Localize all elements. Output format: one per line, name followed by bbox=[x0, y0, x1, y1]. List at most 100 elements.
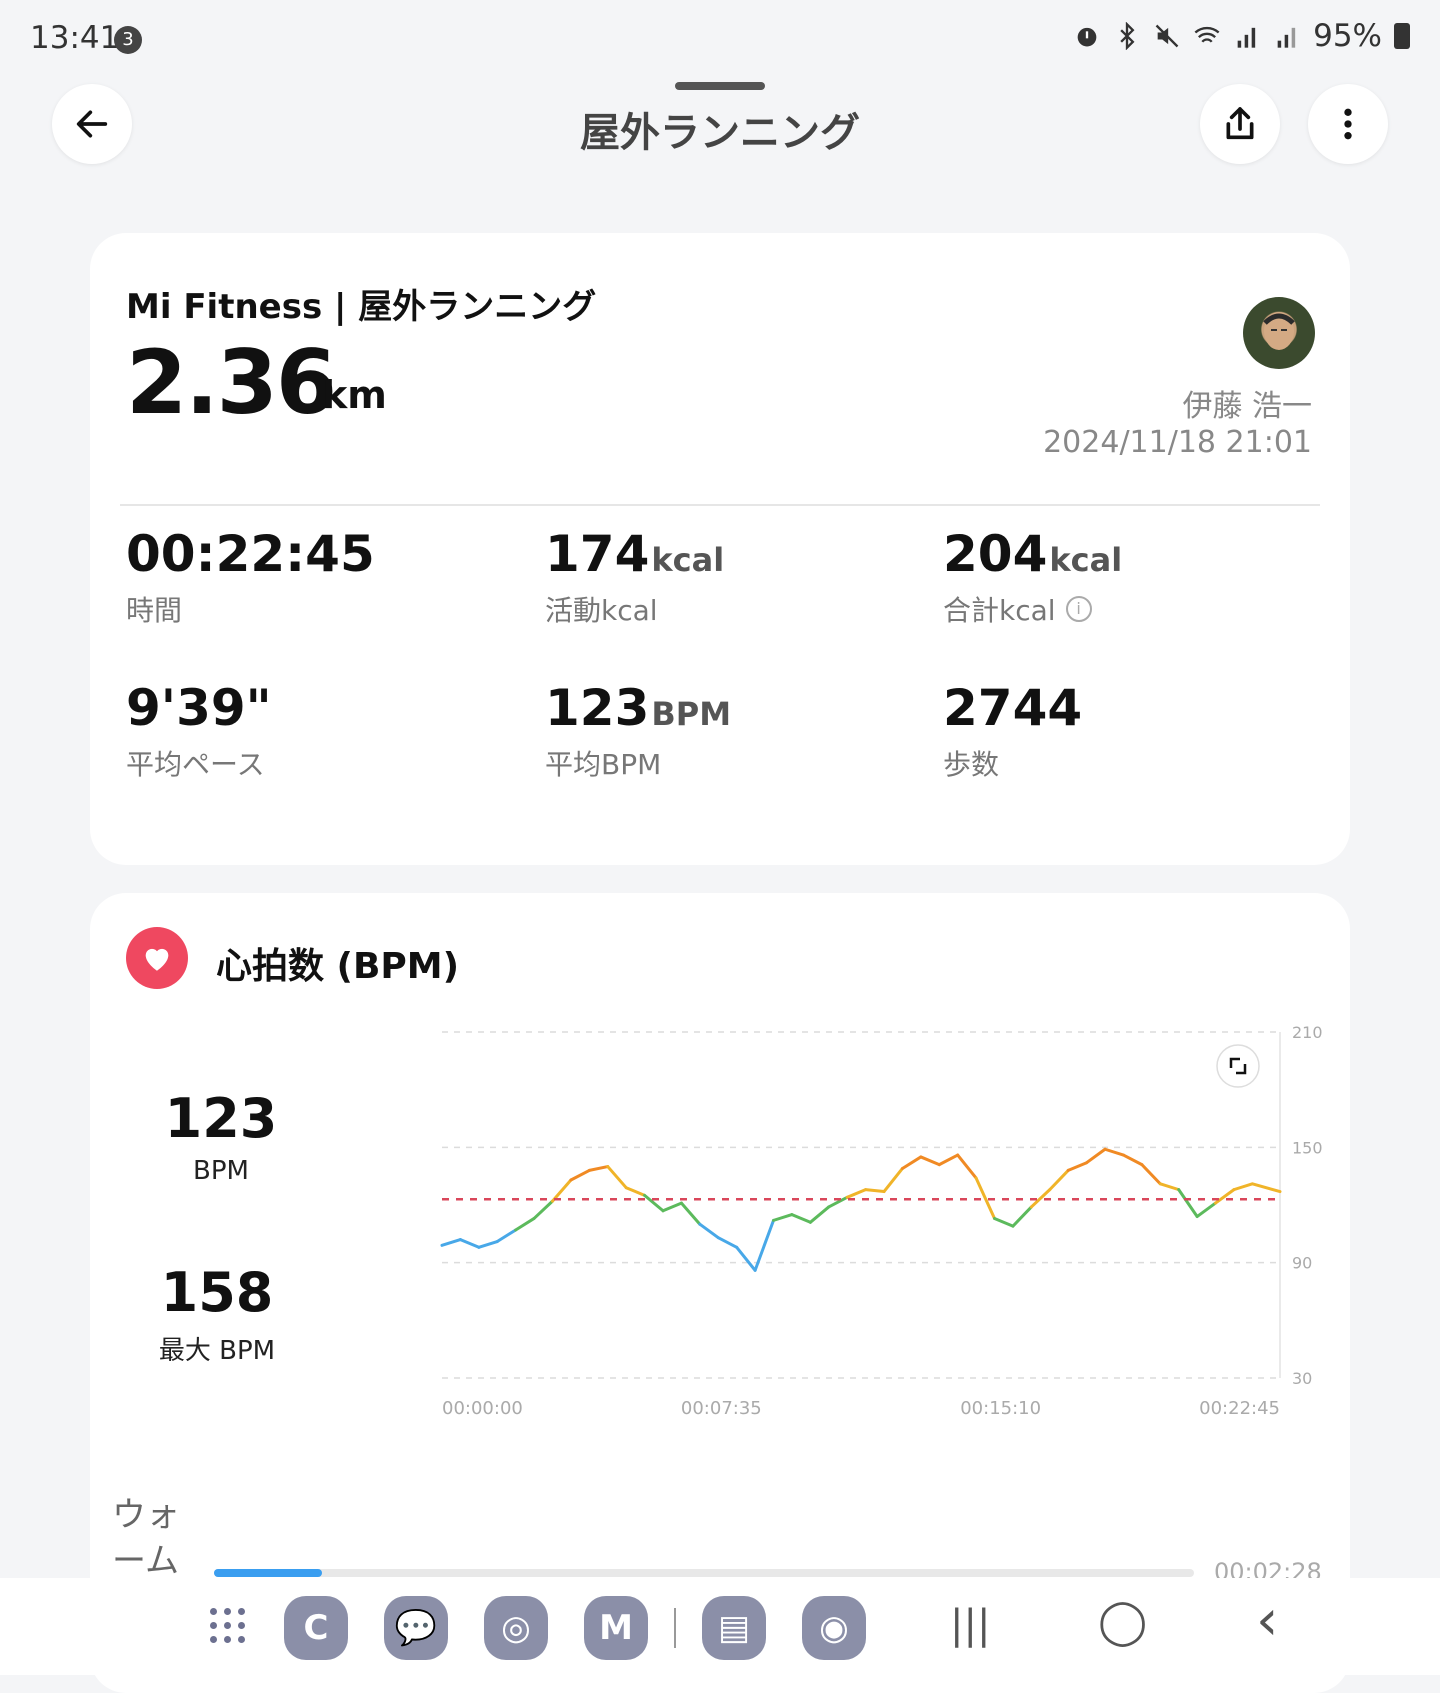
hr-line-segment bbox=[716, 1236, 739, 1249]
stat-active-kcal: 174kcal 活動kcal bbox=[545, 525, 905, 629]
y-tick-label: 150 bbox=[1292, 1138, 1323, 1157]
zone-progress-fill bbox=[214, 1569, 322, 1577]
distance-value: 2.36 bbox=[126, 331, 337, 434]
phone-app-icon[interactable]: C bbox=[284, 1596, 348, 1660]
hr-line-segment bbox=[956, 1153, 978, 1180]
heart-rate-title: 心拍数 (BPM) bbox=[216, 946, 460, 987]
hr-line-segment bbox=[569, 1168, 591, 1182]
hr-line-segment bbox=[1232, 1182, 1254, 1192]
signal-icon bbox=[1237, 27, 1256, 48]
status-bar: 13:41 3 95% bbox=[0, 0, 1440, 80]
hr-line-segment bbox=[477, 1240, 499, 1249]
hr-line-segment bbox=[808, 1205, 831, 1224]
hr-line-segment bbox=[845, 1188, 868, 1199]
wifi-icon bbox=[1194, 26, 1220, 43]
hr-line-segment bbox=[790, 1213, 812, 1224]
info-icon[interactable]: i bbox=[1065, 596, 1092, 622]
stat-value: 204kcal bbox=[943, 525, 1123, 583]
stat-label: 平均ペース bbox=[126, 748, 265, 781]
hr-line-segment bbox=[1214, 1188, 1236, 1205]
hr-line-segment bbox=[1177, 1188, 1199, 1219]
avatar[interactable] bbox=[1243, 297, 1315, 369]
more-vertical-icon bbox=[1344, 108, 1352, 140]
battery-icon bbox=[1394, 23, 1410, 49]
hr-average-value: 123 bbox=[164, 1087, 278, 1150]
share-icon bbox=[1226, 107, 1254, 140]
stat-value: 174kcal bbox=[545, 525, 725, 583]
hr-line-segment bbox=[1140, 1163, 1162, 1186]
stat-avg-pace: 9'39" 平均ペース bbox=[126, 679, 486, 783]
reader-app-icon[interactable]: ▤ bbox=[702, 1596, 766, 1660]
hr-average-label: BPM bbox=[193, 1156, 249, 1186]
stat-label: 時間 bbox=[126, 594, 183, 627]
instagram-app-icon[interactable]: ◉ bbox=[802, 1596, 866, 1660]
hr-average: 123 BPM bbox=[96, 1087, 346, 1186]
mute-icon bbox=[1155, 24, 1179, 48]
hr-line-segment bbox=[679, 1201, 702, 1226]
stat-label: 合計kcal i bbox=[943, 589, 1303, 629]
hr-line-segment bbox=[643, 1193, 665, 1213]
hr-line-segment bbox=[919, 1155, 941, 1167]
hr-line-segment bbox=[698, 1222, 720, 1240]
stat-label: 歩数 bbox=[943, 748, 1000, 781]
hr-line-segment bbox=[993, 1216, 1015, 1228]
hr-line-segment bbox=[661, 1201, 683, 1213]
recents-button[interactable]: ||| bbox=[950, 1602, 990, 1648]
hr-line-segment bbox=[937, 1153, 960, 1167]
hr-line-segment bbox=[1085, 1147, 1107, 1165]
x-tick-label: 00:15:10 bbox=[960, 1398, 1041, 1419]
stat-steps: 2744 歩数 bbox=[943, 679, 1303, 783]
x-tick-label: 00:00:00 bbox=[442, 1398, 523, 1419]
zone-label: ウォーム bbox=[112, 1495, 180, 1581]
hr-line-segment bbox=[587, 1165, 610, 1172]
avatar-face-icon bbox=[1263, 312, 1295, 350]
bluetooth-icon bbox=[1120, 22, 1135, 50]
status-time: 13:41 bbox=[30, 20, 120, 56]
stat-value: 2744 bbox=[943, 679, 1083, 737]
notification-count-badge: 3 bbox=[114, 26, 142, 54]
expand-chart-button[interactable] bbox=[1216, 1044, 1260, 1088]
messages-app-icon[interactable]: 💬 bbox=[384, 1596, 448, 1660]
chrome-app-icon[interactable]: ◎ bbox=[484, 1596, 548, 1660]
hr-line-segment bbox=[606, 1165, 628, 1190]
divider bbox=[120, 504, 1320, 506]
hr-line-segment bbox=[1250, 1182, 1282, 1194]
hr-line-segment bbox=[495, 1228, 518, 1244]
hr-max: 158 最大 BPM bbox=[92, 1261, 342, 1367]
nav-back-button[interactable]: ‹ bbox=[1256, 1588, 1278, 1653]
alarm-icon bbox=[1077, 27, 1097, 47]
hr-line-segment bbox=[532, 1199, 555, 1220]
gmail-app-icon[interactable]: M bbox=[584, 1596, 648, 1660]
stat-avg-bpm: 123BPM 平均BPM bbox=[545, 679, 905, 783]
stat-total-kcal: 204kcal 合計kcal i bbox=[943, 525, 1303, 629]
x-tick-label: 00:22:45 bbox=[1199, 1398, 1280, 1419]
stat-duration: 00:22:45 時間 bbox=[126, 525, 486, 629]
workout-datetime: 2024/11/18 21:01 bbox=[1043, 425, 1312, 460]
y-tick-label: 90 bbox=[1292, 1254, 1312, 1273]
user-name: 伊藤 浩一 bbox=[1182, 389, 1312, 424]
drag-handle[interactable] bbox=[675, 82, 765, 90]
app-drawer-icon[interactable] bbox=[210, 1608, 246, 1644]
stat-value: 9'39" bbox=[126, 679, 272, 737]
share-button[interactable] bbox=[1200, 84, 1280, 164]
zone-progress-track bbox=[214, 1569, 1194, 1577]
battery-percent: 95% bbox=[1313, 18, 1382, 54]
distance-unit: km bbox=[322, 373, 387, 417]
summary-card: Mi Fitness | 屋外ランニング 2.36 km 伊藤 浩一 2024/… bbox=[90, 233, 1350, 865]
x-tick-label: 00:07:35 bbox=[681, 1398, 762, 1419]
y-tick-label: 210 bbox=[1292, 1023, 1323, 1042]
hr-line-segment bbox=[458, 1238, 481, 1249]
signal-icon-2 bbox=[1277, 27, 1296, 48]
more-options-button[interactable] bbox=[1308, 84, 1388, 164]
home-button[interactable]: ◯ bbox=[1098, 1596, 1147, 1647]
workout-source-title: Mi Fitness | 屋外ランニング bbox=[126, 287, 597, 327]
hr-line-segment bbox=[440, 1238, 462, 1247]
heart-icon bbox=[126, 927, 188, 989]
heart-rate-chart[interactable]: 210 150 90 30 00:00:00 00:07:35 00:15:10 00:22:… bbox=[430, 1010, 1340, 1440]
y-tick-label: 30 bbox=[1292, 1369, 1312, 1388]
hr-line-segment bbox=[1195, 1201, 1218, 1219]
hr-line-segment bbox=[772, 1213, 794, 1222]
hr-line-segment bbox=[735, 1245, 757, 1272]
hr-line-segment bbox=[1158, 1182, 1181, 1192]
hr-line-segment bbox=[1066, 1161, 1089, 1172]
